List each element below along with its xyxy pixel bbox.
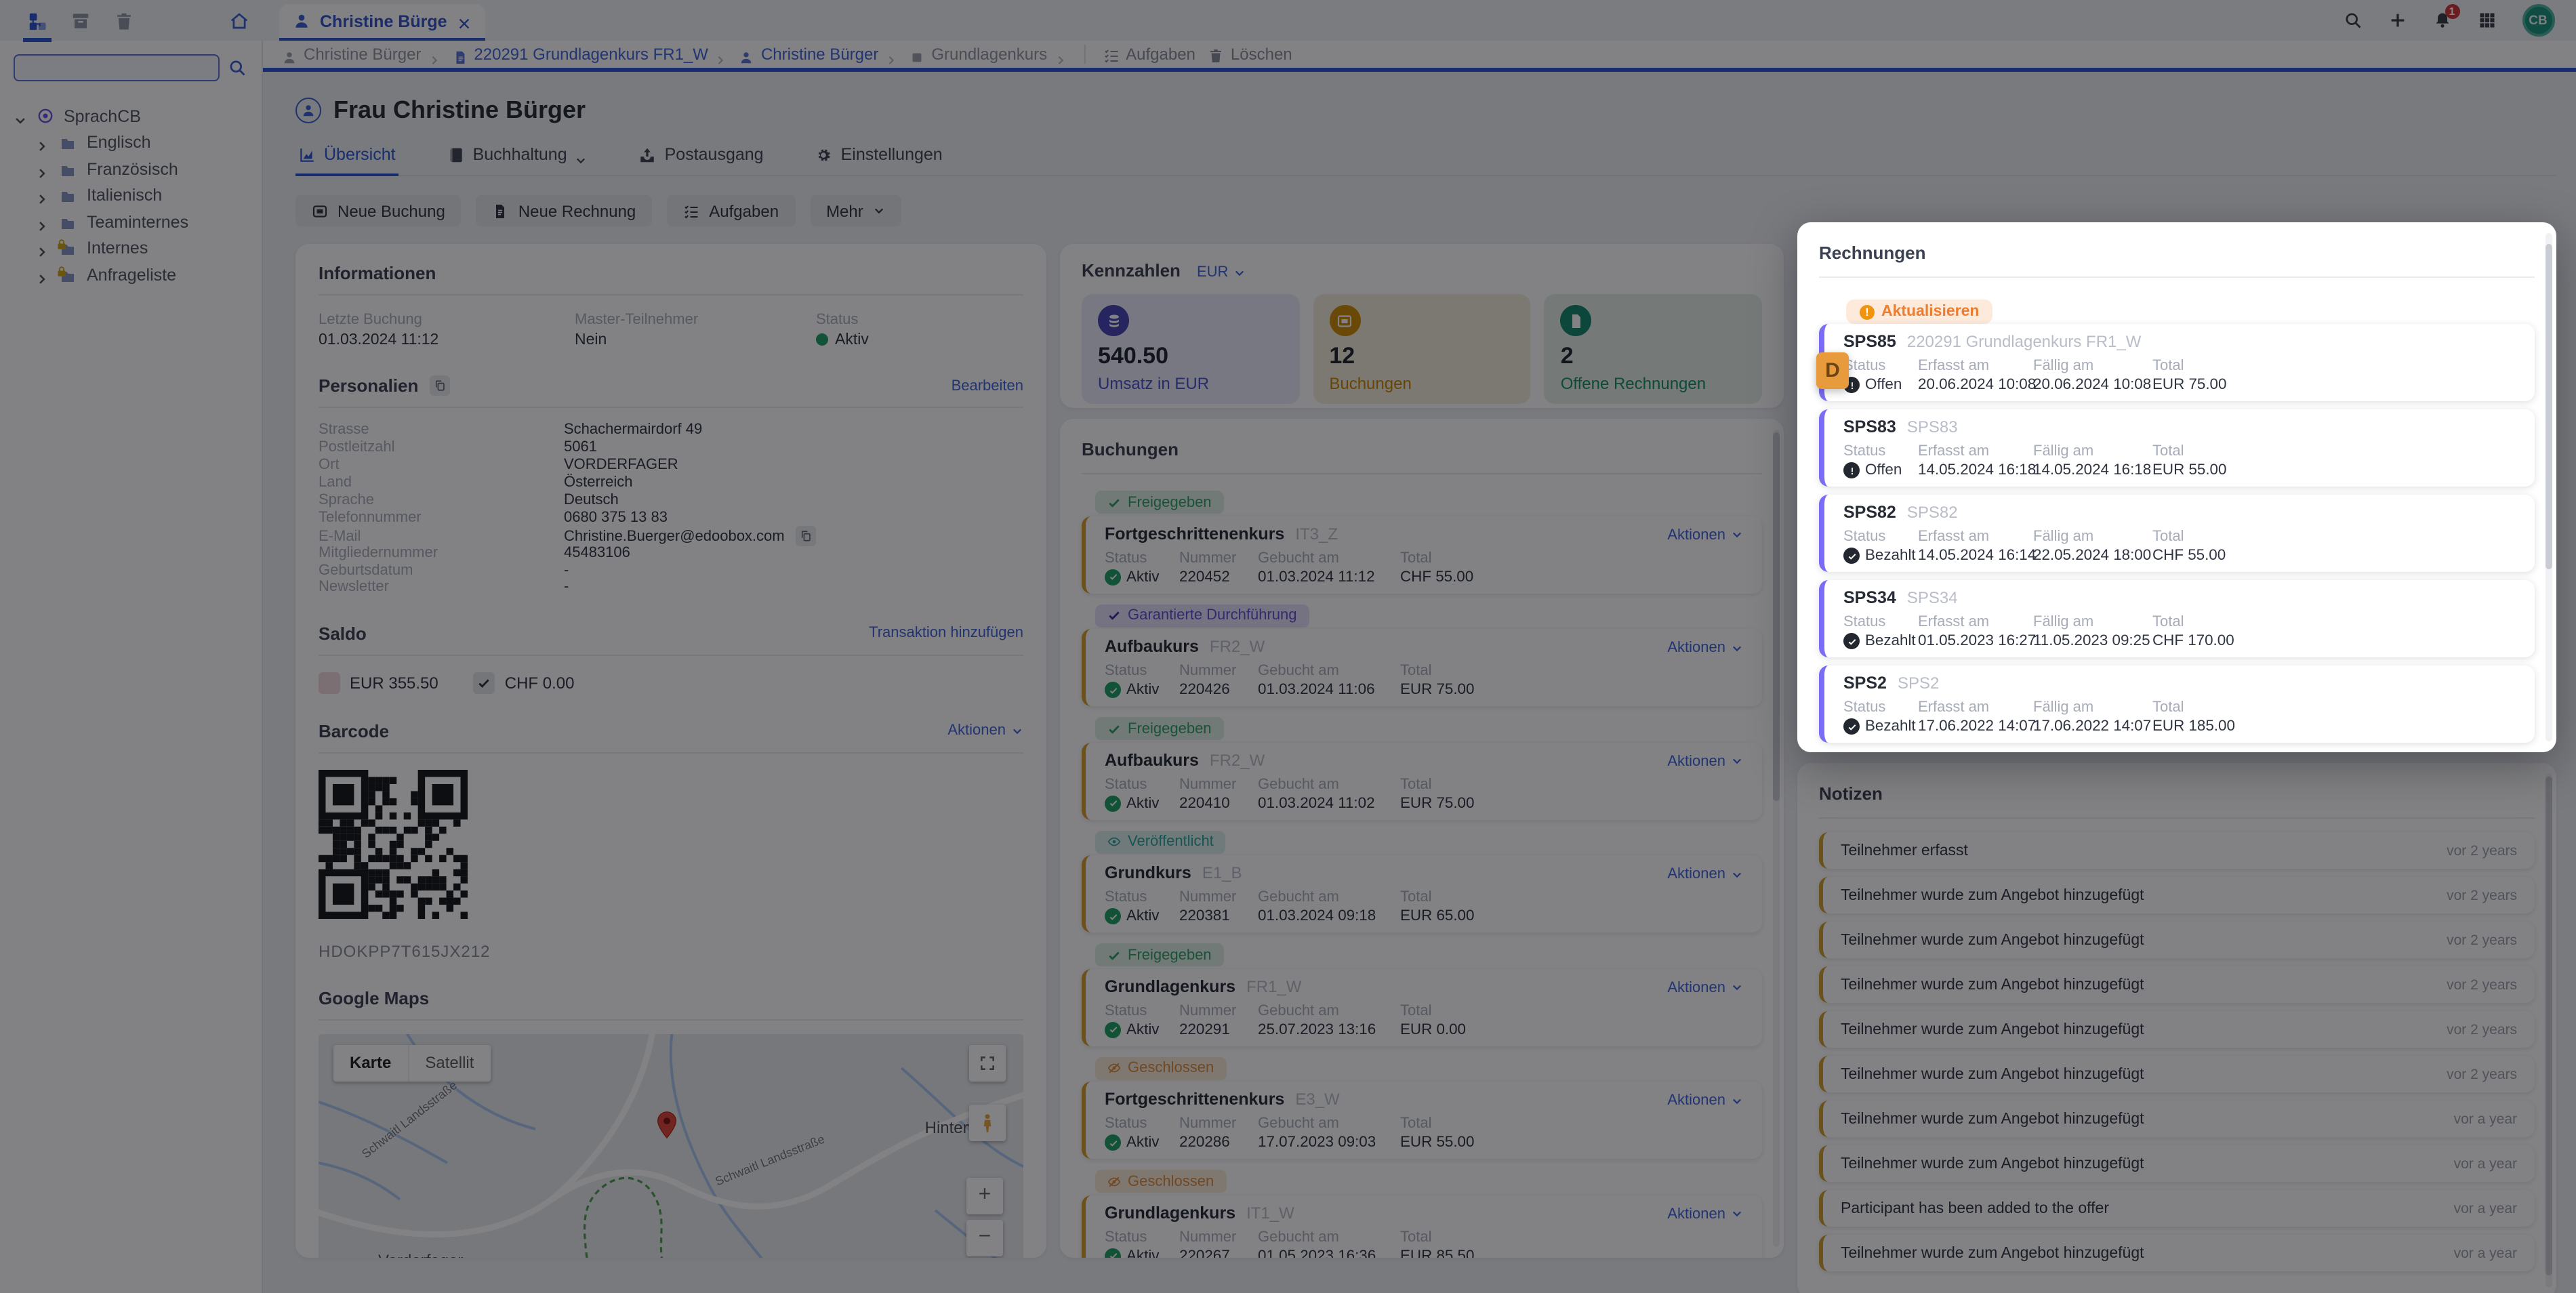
invoice-id: SPS82 [1843, 503, 1896, 522]
invoice-ref: SPS34 [1907, 588, 1958, 607]
invoice-ref: SPS2 [1898, 674, 1939, 693]
invoice-card[interactable]: SPS2 SPS2 Status Erfasst am Fällig am To… [1819, 665, 2535, 743]
invoice-total: EUR 55.00 [2152, 462, 2516, 478]
invoice-card[interactable]: SPS34 SPS34 Status Erfasst am Fällig am … [1819, 580, 2535, 657]
invoice-ref: 220291 Grundlagenkurs FR1_W [1907, 332, 2142, 351]
app-window: Christine Bürger 1 CB SprachCB [0, 0, 2576, 1293]
section-title-rechnungen: Rechnungen [1819, 243, 1925, 263]
invoice-created: 14.05.2024 16:18 [1918, 462, 2033, 478]
status-icon [1843, 548, 1860, 564]
invoice-created: 17.06.2022 14:07 [1918, 718, 2033, 735]
status-icon [1843, 462, 1860, 478]
invoice-total: CHF 170.00 [2152, 633, 2516, 649]
invoice-due: 20.06.2024 10:08 [2033, 377, 2152, 393]
invoice-created: 14.05.2024 16:14 [1918, 548, 2033, 564]
invoice-id: SPS85 [1843, 332, 1896, 351]
status-icon [1843, 633, 1860, 649]
invoice-id: SPS83 [1843, 417, 1896, 436]
screen: Christine Bürger 1 CB SprachCB [0, 0, 2576, 1293]
scrollbar[interactable] [2546, 233, 2552, 741]
invoice-total: EUR 185.00 [2152, 718, 2516, 735]
invoice-due: 17.06.2022 14:07 [2033, 718, 2152, 735]
invoice-ref: SPS82 [1907, 503, 1958, 522]
invoice-id: SPS2 [1843, 674, 1887, 693]
invoice-card[interactable]: SPS85 220291 Grundlagenkurs FR1_W Status… [1819, 324, 2535, 401]
invoice-status: Bezahlt [1843, 718, 1918, 735]
invoice-status: Bezahlt [1843, 548, 1918, 564]
drag-indicator[interactable]: D [1816, 352, 1849, 389]
invoice-id: SPS34 [1843, 588, 1896, 607]
update-badge[interactable]: ! Aktualisieren [1846, 300, 1992, 324]
invoice-due: 14.05.2024 16:18 [2033, 462, 2152, 478]
invoice-due: 11.05.2023 09:25 [2033, 633, 2152, 649]
invoice-card[interactable]: SPS83 SPS83 Status Erfasst am Fällig am … [1819, 409, 2535, 487]
invoice-card[interactable]: SPS82 SPS82 Status Erfasst am Fällig am … [1819, 495, 2535, 572]
status-icon [1843, 718, 1860, 735]
invoice-created: 20.06.2024 10:08 [1918, 377, 2033, 393]
invoice-due: 22.05.2024 18:00 [2033, 548, 2152, 564]
invoice-status: Offen [1843, 377, 1918, 393]
rechnungen-panel: Rechnungen ! Aktualisieren D [1797, 222, 2556, 752]
divider [1819, 276, 2535, 278]
invoice-status: Bezahlt [1843, 633, 1918, 649]
invoice-created: 01.05.2023 16:27 [1918, 633, 2033, 649]
invoice-total: CHF 55.00 [2152, 548, 2516, 564]
invoice-total: EUR 75.00 [2152, 377, 2516, 393]
invoice-ref: SPS83 [1907, 417, 1958, 436]
invoice-status: Offen [1843, 462, 1918, 478]
exclamation-icon: ! [1860, 304, 1875, 319]
